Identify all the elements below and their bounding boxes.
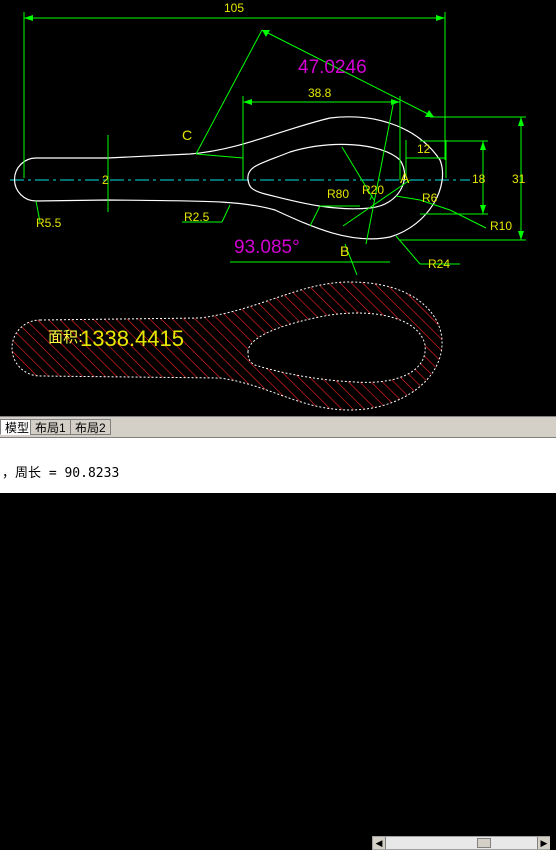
dimension-lines (23, 12, 526, 276)
tab-model[interactable]: 模型 (0, 419, 35, 435)
dim-r10: R10 (490, 219, 513, 233)
dim-width: 18 (472, 172, 486, 186)
dim-height: 31 (512, 172, 526, 186)
dimension-arrows (24, 15, 524, 240)
scroll-left-icon[interactable]: ◀ (373, 837, 386, 849)
dim-r2-5: R2.5 (184, 210, 210, 224)
dim-r5-5: R5.5 (36, 216, 62, 230)
dim-angle: 93.085° (234, 237, 300, 258)
point-b-label: B (340, 243, 350, 259)
cad-drawing (10, 12, 526, 411)
dim-bowl-length: 38.8 (308, 86, 332, 100)
command-output: ，周长 = 90.8233 (2, 466, 120, 481)
horizontal-scrollbar[interactable]: ◀ ▶ (372, 836, 550, 850)
scroll-thumb[interactable] (477, 838, 491, 848)
hatched-area (11, 281, 443, 411)
area-value: 1338.4415 (80, 326, 184, 351)
point-c-label: C (182, 127, 193, 143)
dim-handle: 2 (102, 173, 109, 187)
dim-r20: R20 (362, 183, 385, 197)
dim-r24: R24 (428, 257, 451, 271)
scroll-right-icon[interactable]: ▶ (537, 837, 550, 849)
point-a-label: A (400, 170, 410, 186)
command-line[interactable]: ，周长 = 90.8233 (0, 437, 556, 493)
dim-depth: 12 (417, 142, 431, 156)
tab-layout2[interactable]: 布局2 (70, 419, 111, 435)
drawing-canvas[interactable]: 105 47.0246 38.8 12 18 31 2 R5.5 R2.5 R8… (0, 0, 556, 416)
dim-r6: R6 (422, 191, 438, 205)
area-label: 面积: (48, 328, 84, 346)
spoon-outline (13, 116, 444, 240)
dim-overall-length: 105 (224, 1, 245, 15)
layout-tab-bar: 模型 布局1 布局2 ◀ ▶ (0, 416, 556, 850)
tab-layout1[interactable]: 布局1 (30, 419, 71, 435)
dim-r80: R80 (327, 187, 350, 201)
dim-aligned-length: 47.0246 (298, 57, 367, 78)
